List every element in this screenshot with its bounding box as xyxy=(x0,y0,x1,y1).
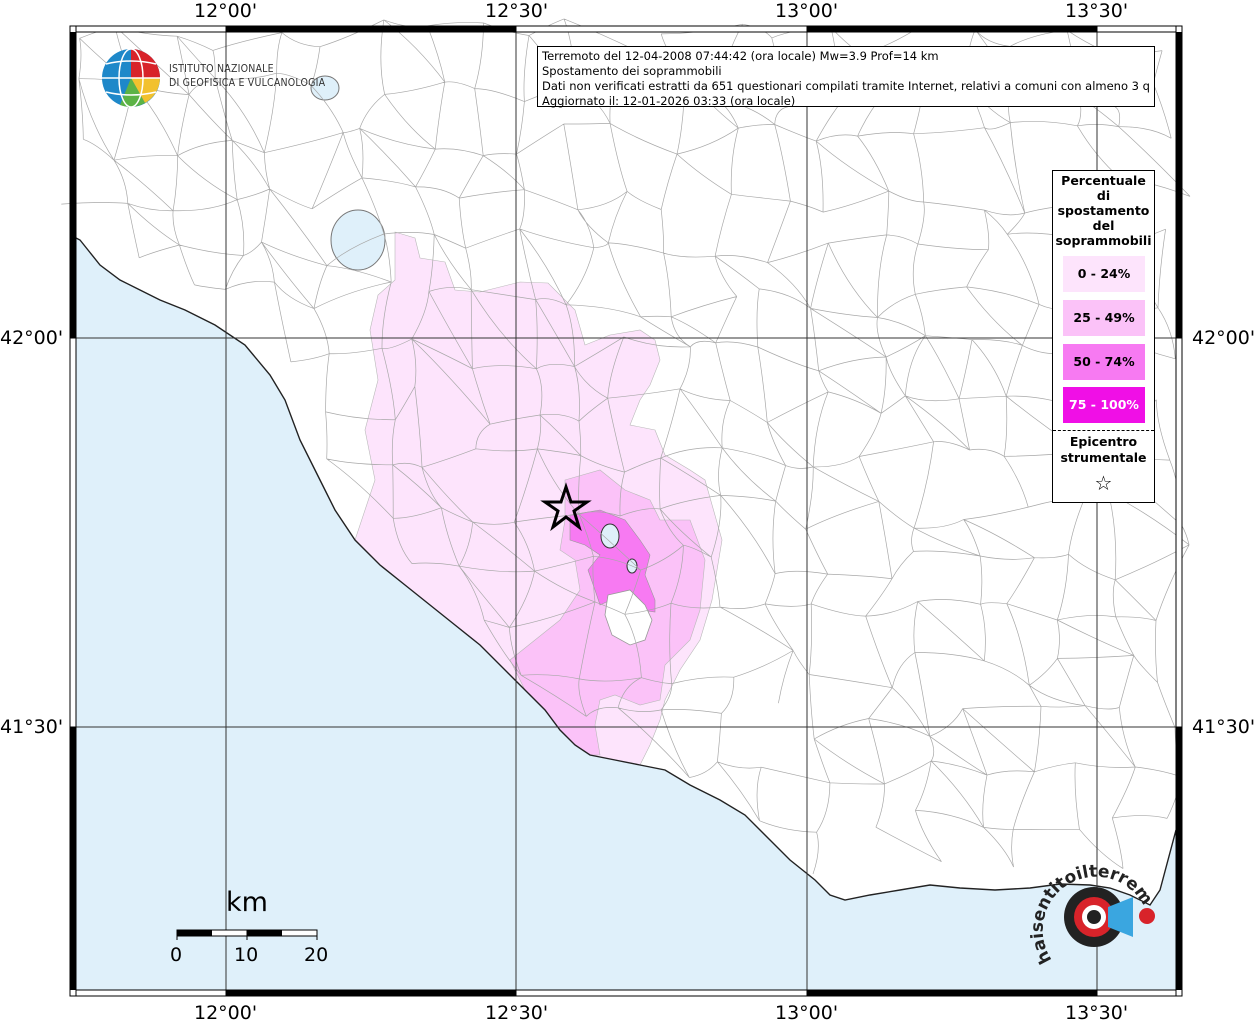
legend-item-50-74: 50 - 74% xyxy=(1063,344,1145,380)
lake-bracciano xyxy=(330,209,386,271)
legend-item-25-49: 25 - 49% xyxy=(1063,300,1145,336)
scale-tick: 0 xyxy=(170,944,183,966)
lon-label-top: 12°00' xyxy=(194,0,258,22)
scale-tick: 20 xyxy=(304,944,329,966)
legend-epicenter-label: Epicentro strumentale xyxy=(1060,434,1147,465)
legend-title: Percentuale di spostamento del soprammob… xyxy=(1055,173,1152,248)
lon-label-bottom: 12°00' xyxy=(194,1002,258,1024)
lon-label-top: 13°30' xyxy=(1065,0,1129,22)
lon-label-bottom: 12°30' xyxy=(485,1002,549,1024)
info-line-event: Terremoto del 12-04-2008 07:44:42 (ora l… xyxy=(542,49,939,63)
legend: Percentuale di spostamento del soprammob… xyxy=(1052,170,1155,503)
intensity-map: haisentitoilterremoto.it xyxy=(0,0,1191,997)
lat-label-left: 41°30' xyxy=(0,716,64,738)
lon-label-bottom: 13°00' xyxy=(775,1002,839,1024)
info-line-parameter: Spostamento dei soprammobili xyxy=(542,64,722,78)
lon-label-bottom: 13°30' xyxy=(1065,1002,1129,1024)
lon-label-top: 13°00' xyxy=(775,0,839,22)
scale-title: km xyxy=(226,887,268,918)
lat-label-right: 42°00' xyxy=(1192,327,1256,349)
legend-separator xyxy=(1053,430,1154,431)
legend-item-0-24: 0 - 24% xyxy=(1063,256,1145,292)
legend-star-icon: ☆ xyxy=(1094,471,1113,495)
ingv-line-2: DI GEOFISICA E VULCANOLOGIA xyxy=(169,77,326,89)
ingv-logo-icon xyxy=(102,48,160,108)
legend-item-75-100: 75 - 100% xyxy=(1063,387,1145,423)
ingv-logo-text: ISTITUTO NAZIONALE DI GEOFISICA E VULCAN… xyxy=(169,62,325,90)
lat-label-left: 42°00' xyxy=(0,327,64,349)
scale-tick: 10 xyxy=(234,944,259,966)
info-line-source: Dati non verificati estratti da 651 ques… xyxy=(542,79,1150,93)
lat-label-right: 41°30' xyxy=(1192,716,1256,738)
ingv-line-1: ISTITUTO NAZIONALE xyxy=(169,63,274,75)
earthquake-info-box: Terremoto del 12-04-2008 07:44:42 (ora l… xyxy=(537,46,1155,108)
info-line-updated: Aggiornato il: 12-01-2026 03:33 (ora loc… xyxy=(542,94,796,108)
lon-label-top: 12°30' xyxy=(485,0,549,22)
